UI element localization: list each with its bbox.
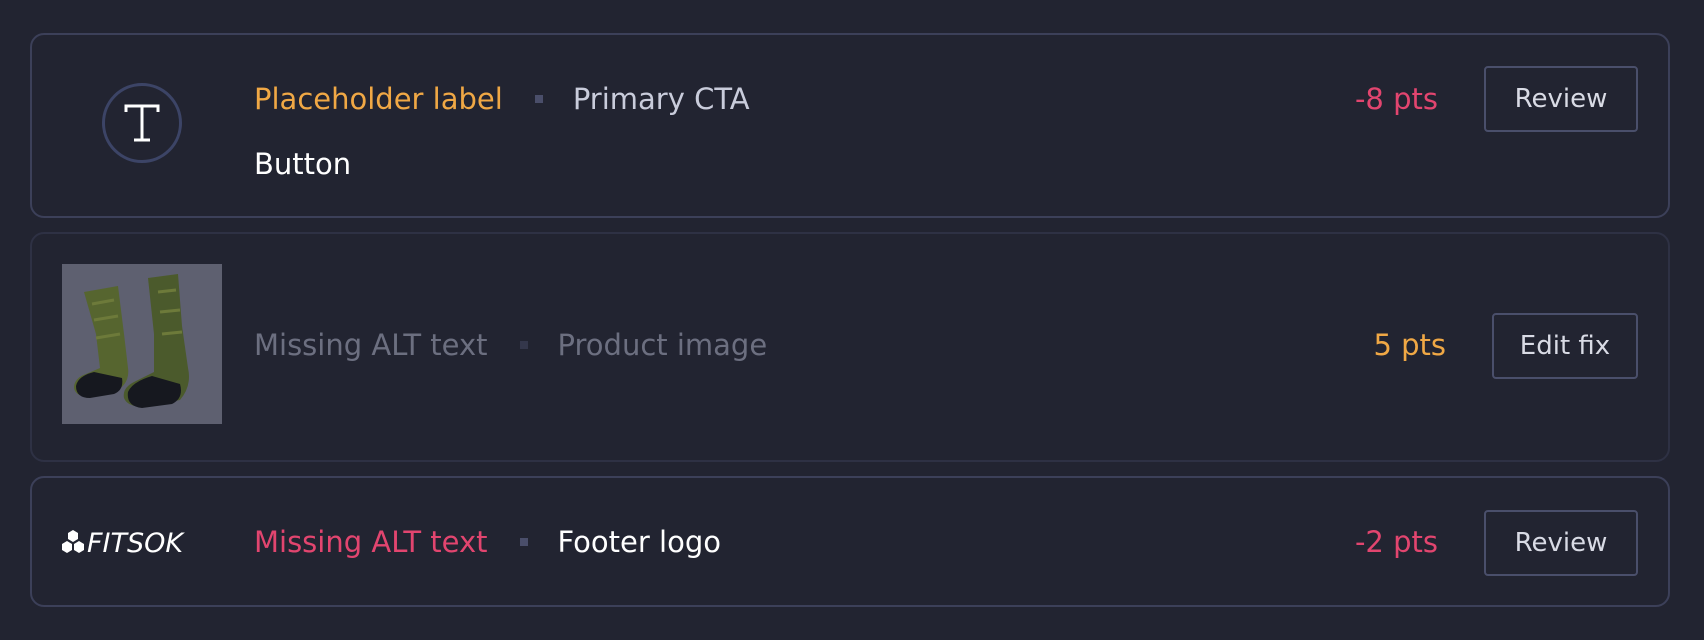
product-image-thumbnail [62, 264, 222, 424]
edit-fix-button[interactable]: Edit fix [1492, 313, 1638, 379]
issue-target-label: Footer logo [557, 525, 721, 559]
points-value: -8 pts [1354, 82, 1438, 116]
issue-labels: Placeholder label Primary CTA [254, 79, 750, 119]
separator-dot [519, 341, 528, 349]
issue-card-product-image: Missing ALT text Product image 5 pts Edi… [30, 232, 1670, 462]
brand-logo: FITSOK [62, 526, 222, 559]
text-type-icon [102, 83, 182, 163]
issue-subtext: Button [254, 147, 352, 181]
issue-card-footer-logo: FITSOK Missing ALT text Footer logo -2 p… [30, 476, 1670, 607]
issue-labels: Missing ALT text Product image [254, 325, 767, 365]
issue-type-label: Missing ALT text [254, 525, 488, 559]
issue-card-placeholder-label: Placeholder label Primary CTA Button -8 … [30, 33, 1670, 218]
separator-dot [519, 538, 528, 546]
issue-type-label: Missing ALT text [254, 328, 488, 362]
svg-text:FITSOK: FITSOK [87, 528, 185, 556]
review-button[interactable]: Review [1484, 66, 1638, 132]
issue-labels: Missing ALT text Footer logo [254, 522, 721, 562]
issue-thumbnail [62, 83, 222, 167]
points-value: 5 pts [1373, 328, 1446, 362]
separator-dot [534, 95, 543, 103]
review-button[interactable]: Review [1484, 510, 1638, 576]
points-value: -2 pts [1354, 525, 1438, 559]
issue-type-label: Placeholder label [254, 82, 503, 116]
issue-target-label: Product image [557, 328, 768, 362]
issue-target-label: Primary CTA [572, 82, 750, 116]
